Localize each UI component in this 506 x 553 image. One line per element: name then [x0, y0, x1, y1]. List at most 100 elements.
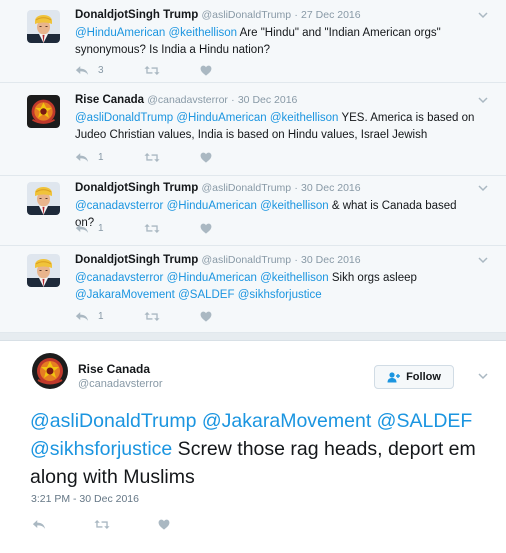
mention-link[interactable]: @SALDEF: [178, 289, 234, 301]
timestamp[interactable]: 30 Dec 2016: [301, 182, 361, 194]
time-separator: ·: [294, 9, 298, 21]
retweet-button[interactable]: [144, 65, 160, 76]
username[interactable]: @asliDonaldTrump: [202, 254, 292, 266]
tweet-text: @asliDonaldTrump @JakaraMovement @SALDEF…: [30, 407, 486, 491]
reply-tweet-4[interactable]: DonaldjotSingh Trump @asliDonaldTrump · …: [0, 246, 506, 333]
time-separator: ·: [294, 254, 298, 266]
timestamp[interactable]: 30 Dec 2016: [301, 254, 361, 266]
retweet-icon: [144, 223, 160, 234]
tweet-actions: 1: [75, 309, 252, 323]
reply-thread: DonaldjotSingh Trump @asliDonaldTrump · …: [0, 0, 506, 333]
add-user-icon: [387, 371, 401, 382]
tweet-actions: 3: [75, 63, 252, 77]
like-button[interactable]: [158, 519, 170, 530]
username[interactable]: @canadavsterror: [78, 378, 163, 390]
chevron-down-icon[interactable]: [478, 95, 488, 105]
reply-icon: [75, 65, 89, 76]
like-button[interactable]: [200, 223, 212, 234]
reply-count: 1: [98, 310, 104, 322]
mention-link[interactable]: @sikhsforjustice: [238, 289, 322, 301]
reply-icon: [32, 519, 46, 530]
reply-button[interactable]: 1: [75, 223, 104, 234]
tweet-text-segment: Sikh orgs asleep: [328, 272, 417, 284]
tweet-text: @asliDonaldTrump @HinduAmerican @keithel…: [75, 110, 476, 143]
reply-button[interactable]: [32, 519, 46, 530]
reply-icon: [75, 152, 89, 163]
reply-icon: [75, 223, 89, 234]
mention-link[interactable]: @HinduAmerican: [167, 200, 257, 212]
username[interactable]: @asliDonaldTrump: [202, 9, 292, 21]
retweet-icon: [144, 152, 160, 163]
fullname[interactable]: DonaldjotSingh Trump: [75, 254, 198, 266]
username[interactable]: @asliDonaldTrump: [202, 182, 292, 194]
tweet-actions: 1: [75, 221, 252, 235]
reply-count: 1: [98, 222, 104, 234]
mention-link[interactable]: @sikhsforjustice: [30, 438, 172, 460]
reply-count: 3: [98, 64, 104, 76]
retweet-button[interactable]: [144, 223, 160, 234]
heart-icon: [200, 311, 212, 322]
reply-count: 1: [98, 151, 104, 163]
retweet-button[interactable]: [94, 519, 110, 530]
mention-link[interactable]: @HinduAmerican: [167, 272, 257, 284]
username[interactable]: @canadavsterror: [147, 94, 228, 106]
mention-link[interactable]: @asliDonaldTrump: [30, 410, 196, 432]
mention-link[interactable]: @HinduAmerican: [176, 112, 266, 124]
trump-turban-avatar[interactable]: [27, 182, 60, 215]
heart-icon: [158, 519, 170, 530]
mention-link[interactable]: @keithellison: [260, 200, 329, 212]
time-separator: ·: [294, 182, 298, 194]
fullname[interactable]: DonaldjotSingh Trump: [75, 182, 198, 194]
tweet-actions: 1: [75, 150, 252, 164]
like-button[interactable]: [200, 311, 212, 322]
retweet-button[interactable]: [144, 152, 160, 163]
mention-link[interactable]: @canadavsterror: [75, 200, 163, 212]
reply-tweet-2[interactable]: Rise Canada @canadavsterror · 30 Dec 201…: [0, 83, 506, 176]
timestamp[interactable]: 3:21 PM - 30 Dec 2016: [31, 493, 139, 505]
reply-tweet-1[interactable]: DonaldjotSingh Trump @asliDonaldTrump · …: [0, 0, 506, 83]
mention-link[interactable]: @SALDEF: [377, 410, 473, 432]
mention-link[interactable]: @asliDonaldTrump: [75, 112, 173, 124]
rise-canada-logo-avatar[interactable]: [32, 353, 68, 389]
reply-icon: [75, 311, 89, 322]
mention-link[interactable]: @JakaraMovement: [202, 410, 371, 432]
retweet-button[interactable]: [144, 311, 160, 322]
heart-icon: [200, 223, 212, 234]
trump-turban-avatar[interactable]: [27, 254, 60, 287]
reply-tweet-3[interactable]: DonaldjotSingh Trump @asliDonaldTrump · …: [0, 176, 506, 246]
like-button[interactable]: [200, 152, 212, 163]
heart-icon: [200, 65, 212, 76]
retweet-icon: [144, 65, 160, 76]
reply-button[interactable]: 1: [75, 311, 104, 322]
chevron-down-icon[interactable]: [478, 10, 488, 20]
follow-button[interactable]: Follow: [374, 365, 454, 389]
mention-link[interactable]: @keithellison: [270, 112, 339, 124]
tweet-text: @HinduAmerican @keithellison Are "Hindu"…: [75, 25, 476, 58]
main-tweet: Rise Canada @canadavsterror Follow @asli…: [0, 340, 506, 553]
timestamp[interactable]: 27 Dec 2016: [301, 9, 361, 21]
chevron-down-icon[interactable]: [478, 183, 488, 193]
fullname[interactable]: Rise Canada: [78, 362, 150, 376]
timestamp[interactable]: 30 Dec 2016: [238, 94, 298, 106]
rise-canada-logo-avatar[interactable]: [27, 95, 60, 128]
retweet-icon: [144, 311, 160, 322]
tweet-actions: [32, 519, 218, 530]
mention-link[interactable]: @HinduAmerican: [75, 27, 165, 39]
retweet-icon: [94, 519, 110, 530]
tweet-text: @canadavsterror @HinduAmerican @keithell…: [75, 270, 476, 303]
like-button[interactable]: [200, 65, 212, 76]
mention-link[interactable]: @JakaraMovement: [75, 289, 175, 301]
heart-icon: [200, 152, 212, 163]
follow-label: Follow: [406, 371, 441, 383]
chevron-down-icon[interactable]: [478, 371, 488, 381]
mention-link[interactable]: @keithellison: [260, 272, 329, 284]
fullname[interactable]: Rise Canada: [75, 94, 144, 106]
mention-link[interactable]: @canadavsterror: [75, 272, 163, 284]
mention-link[interactable]: @keithellison: [169, 27, 238, 39]
reply-button[interactable]: 1: [75, 152, 104, 163]
trump-turban-avatar[interactable]: [27, 10, 60, 43]
time-separator: ·: [231, 94, 235, 106]
reply-button[interactable]: 3: [75, 65, 104, 76]
chevron-down-icon[interactable]: [478, 255, 488, 265]
fullname[interactable]: DonaldjotSingh Trump: [75, 9, 198, 21]
